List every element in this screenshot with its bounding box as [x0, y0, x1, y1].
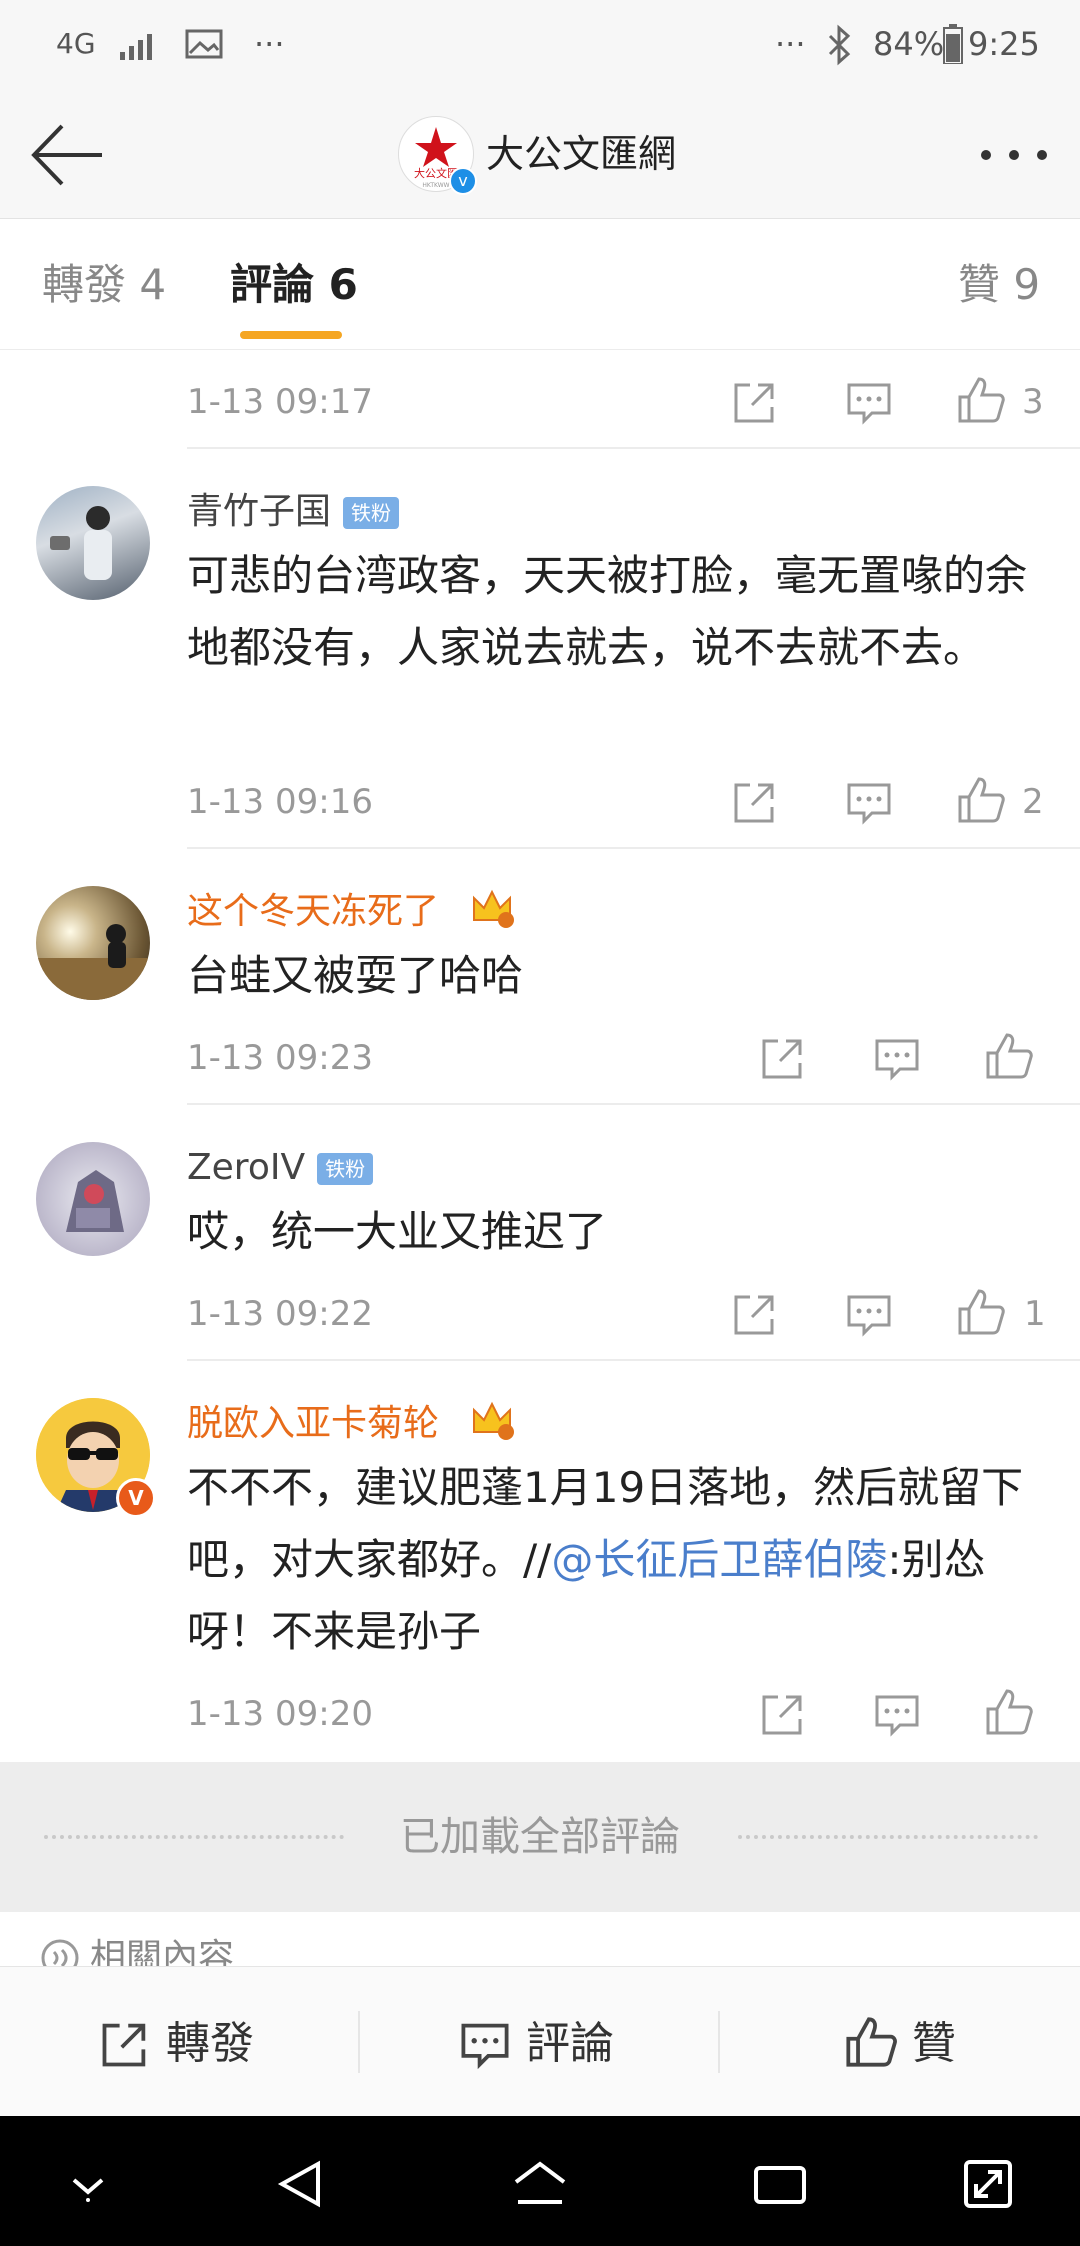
avatar[interactable]: [36, 486, 150, 600]
status-bar: 4G ··· ··· 84% 9:25: [0, 0, 1080, 92]
comment-username[interactable]: 脱欧入亚卡菊轮: [187, 1400, 439, 1448]
comment-icon[interactable]: [844, 377, 894, 427]
loaded-all-bar: 已加載全部評論: [0, 1762, 1080, 1912]
comment-icon[interactable]: [844, 777, 894, 827]
image-icon: [185, 29, 223, 59]
comment-list: 1-13 09:17 3 青竹子国 铁粉 可悲的台湾政客，天天被打脸，毫无置喙的余…: [0, 350, 1080, 1762]
avatar-figure-icon: [36, 924, 150, 1000]
repost-icon[interactable]: [758, 1033, 808, 1083]
comment-text: 可悲的台湾政客，天天被打脸，毫无置喙的余地都没有，人家说去就去，说不去就不去。: [187, 551, 1028, 672]
comment-icon[interactable]: [872, 1033, 922, 1083]
tab-comments[interactable]: 評論 6: [230, 257, 358, 313]
comment-icon[interactable]: [872, 1689, 922, 1739]
active-tab-indicator: [240, 331, 342, 339]
title-bar: 大公文匯 HKTKWW v 大公文匯網: [0, 92, 1080, 219]
comment-icon: [461, 2023, 509, 2070]
repost-icon[interactable]: [758, 1689, 808, 1739]
comment-username[interactable]: 青竹子国 铁粉: [187, 488, 400, 536]
back-nav-icon[interactable]: [270, 2154, 330, 2214]
comment-text: 台蛙又被耍了哈哈: [187, 951, 524, 1000]
fan-badge: 铁粉: [343, 497, 400, 529]
like-icon[interactable]: [956, 1287, 1006, 1337]
hide-keyboard-icon[interactable]: [58, 2154, 118, 2214]
comment-username[interactable]: 这个冬天冻死了: [187, 888, 439, 936]
like-count: 1: [1024, 1294, 1046, 1334]
repost-icon[interactable]: [730, 1289, 780, 1339]
like-icon: [846, 2017, 897, 2067]
repost-icon: [102, 2023, 146, 2067]
comment-icon[interactable]: [844, 1289, 894, 1339]
bottom-action-bar: 轉發 評論 贊: [0, 1966, 1080, 2117]
like-icon[interactable]: [984, 1687, 1034, 1737]
tab-likes[interactable]: 贊 9: [958, 257, 1040, 313]
status-overflow: ···: [775, 25, 806, 63]
dotted-line-right: [738, 1835, 1038, 1839]
like-count: 3: [1022, 382, 1044, 422]
comment-date: 1-13 09:17: [187, 382, 373, 422]
verified-icon: v: [449, 167, 477, 195]
comment-date: 1-13 09:23: [187, 1038, 373, 1078]
tab-bar: 轉發 4 評論 6 贊 9: [0, 219, 1080, 350]
comment-text: 哎，统一大业又推迟了: [187, 1207, 608, 1256]
repost-icon[interactable]: [730, 377, 780, 427]
avatar[interactable]: [36, 886, 150, 1000]
comment-date: 1-13 09:20: [187, 1694, 373, 1734]
account-logo[interactable]: 大公文匯 HKTKWW v: [398, 116, 477, 195]
tab-repost[interactable]: 轉發 4: [42, 257, 166, 313]
mention-link[interactable]: @长征后卫薛伯陵: [551, 1535, 887, 1584]
avatar[interactable]: V: [36, 1398, 156, 1518]
divider: [358, 2011, 360, 2073]
divider: [187, 1359, 1080, 1361]
more-notifications: ···: [254, 25, 285, 63]
expand-icon[interactable]: [958, 2154, 1018, 2214]
divider: [187, 847, 1080, 849]
avatar[interactable]: [36, 1142, 150, 1256]
avatar-figure-icon: [50, 506, 112, 580]
battery-icon: [943, 24, 963, 64]
clock: 9:25: [968, 25, 1040, 63]
svg-text:HKTKWW: HKTKWW: [422, 182, 449, 189]
page-title: 大公文匯網: [486, 132, 677, 176]
divider: [187, 447, 1080, 449]
network-type: 4G: [56, 27, 96, 60]
battery-percent: 84%: [873, 25, 945, 63]
related-section: 相關內容: [0, 1912, 1080, 1972]
vip-crown-icon: [473, 889, 514, 928]
comment-username[interactable]: ZeroIV 铁粉: [187, 1144, 374, 1192]
comment-text: 不不不，建议肥蓬1月19日落地，然后就留下吧，对大家都好。//@长征后卫薛伯陵:…: [187, 1463, 1024, 1656]
repost-button[interactable]: 轉發: [166, 2015, 254, 2073]
bluetooth-icon: [828, 24, 851, 66]
fan-badge: 铁粉: [317, 1153, 374, 1185]
divider: [718, 2011, 720, 2073]
like-icon[interactable]: [984, 1031, 1034, 1081]
like-count: 2: [1022, 782, 1044, 822]
comment-date: 1-13 09:22: [187, 1294, 373, 1334]
comment-date: 1-13 09:16: [187, 782, 373, 822]
back-arrow-icon[interactable]: [28, 120, 108, 190]
signal-icon: [120, 34, 152, 60]
like-button[interactable]: 贊: [912, 2015, 956, 2073]
more-options-icon[interactable]: [978, 140, 1050, 170]
recents-nav-icon[interactable]: [750, 2154, 810, 2214]
repost-icon[interactable]: [730, 777, 780, 827]
verified-icon: V: [116, 1478, 156, 1518]
like-icon[interactable]: [956, 775, 1006, 825]
avatar-figure-icon: [66, 1170, 124, 1232]
comment-button[interactable]: 評論: [526, 2015, 614, 2073]
like-icon[interactable]: [956, 375, 1006, 425]
vip-crown-icon: [473, 1401, 514, 1440]
home-nav-icon[interactable]: [510, 2154, 570, 2214]
system-nav-bar: [0, 2116, 1080, 2246]
divider: [187, 1103, 1080, 1105]
